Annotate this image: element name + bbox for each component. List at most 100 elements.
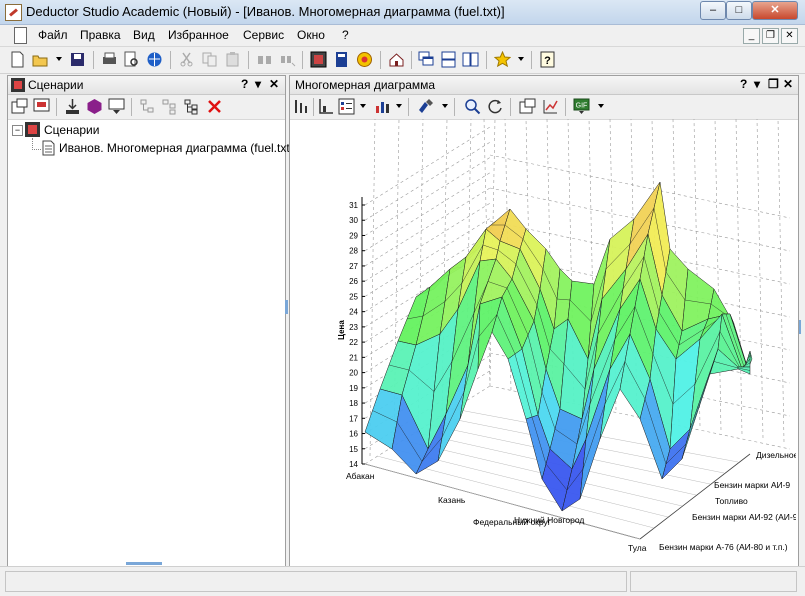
rotate-icon[interactable] xyxy=(487,98,504,115)
z-tick-label: 19 xyxy=(349,384,358,393)
toolbar-separator xyxy=(380,51,381,69)
grid-settings-icon[interactable] xyxy=(542,98,559,115)
panel-close-button[interactable]: ✕ xyxy=(269,77,279,91)
scenario-view-icon[interactable] xyxy=(310,51,327,68)
tree-child-label[interactable]: Иванов. Многомерная диаграмма (fuel.txt) xyxy=(59,141,294,155)
chart-panel-close-button[interactable]: ✕ xyxy=(783,77,793,91)
chart-type-dropdown-arrow[interactable] xyxy=(396,104,402,108)
maximize-button[interactable]: □ xyxy=(726,1,752,20)
mdi-close-button[interactable]: ✕ xyxy=(781,28,798,44)
chart-type-icon[interactable] xyxy=(374,98,391,115)
favorites-star-icon[interactable] xyxy=(494,51,511,68)
print-icon[interactable] xyxy=(101,51,118,68)
tree-toggle[interactable]: − xyxy=(12,125,23,136)
toolbar-separator xyxy=(454,98,455,116)
legend-dropdown-arrow[interactable] xyxy=(360,104,366,108)
export-icon[interactable]: GIF xyxy=(573,98,590,115)
floor-grid-line xyxy=(364,463,641,540)
chart-panel-header: Многомерная диаграмма ? ▾ ❐ ✕ xyxy=(290,76,798,95)
main-toolbar: ? xyxy=(0,47,805,74)
toolbar-separator xyxy=(170,51,171,69)
grid-line xyxy=(714,119,722,431)
report-icon[interactable] xyxy=(33,98,50,115)
splitter-grip-bottom[interactable] xyxy=(126,562,162,565)
find-icon[interactable] xyxy=(256,51,273,68)
axes-icon[interactable] xyxy=(317,98,334,115)
minimize-button[interactable]: – xyxy=(700,1,726,20)
menu-view[interactable]: Вид xyxy=(133,28,155,42)
toolbar-separator xyxy=(531,51,532,69)
wizard-icon[interactable] xyxy=(356,51,373,68)
scenarios-panel: Сценарии ? ▾ ✕ − Сценарии Иванов. Многом… xyxy=(7,75,294,567)
color-scheme-dropdown-arrow[interactable] xyxy=(442,104,448,108)
menu-help[interactable]: ? xyxy=(342,28,349,42)
mdi-restore-button[interactable]: ❐ xyxy=(762,28,779,44)
windows-cascade-icon[interactable] xyxy=(418,51,435,68)
menu-file[interactable]: Файл xyxy=(38,28,68,42)
help-icon[interactable]: ? xyxy=(539,51,556,68)
menu-window[interactable]: Окно xyxy=(297,28,325,42)
tree-connector xyxy=(32,149,41,150)
document-icon[interactable] xyxy=(14,27,27,44)
windows-tile-v-icon[interactable] xyxy=(462,51,479,68)
z-tick-label: 24 xyxy=(349,308,358,317)
chart-panel-pin-button[interactable]: ▾ xyxy=(754,77,760,91)
menu-edit[interactable]: Правка xyxy=(80,28,121,42)
import-icon[interactable] xyxy=(64,98,81,115)
tree-structure-icon[interactable] xyxy=(183,98,200,115)
cut-icon[interactable] xyxy=(178,51,195,68)
panel-pin-button[interactable]: ▾ xyxy=(255,77,261,91)
export-dropdown-arrow[interactable] xyxy=(598,104,604,108)
tree-root-label[interactable]: Сценарии xyxy=(44,123,99,137)
scenarios-toolbar xyxy=(8,95,285,120)
z-tick-label: 29 xyxy=(349,231,358,240)
toolbar-separator xyxy=(131,98,132,116)
favorites-dropdown-arrow[interactable] xyxy=(518,57,524,61)
z-tick-label: 31 xyxy=(349,201,358,210)
grid-line xyxy=(489,154,791,219)
menu-service[interactable]: Сервис xyxy=(243,28,284,42)
open-dropdown-arrow[interactable] xyxy=(56,57,62,61)
z-tick-label: 14 xyxy=(349,460,358,469)
new-icon[interactable] xyxy=(9,51,26,68)
zoom-icon[interactable] xyxy=(464,98,481,115)
title-bar: Deductor Studio Academic (Новый) - [Иван… xyxy=(0,0,805,25)
save-icon[interactable] xyxy=(69,51,86,68)
properties-icon[interactable] xyxy=(11,98,28,115)
grid-line xyxy=(777,119,785,443)
x-tick-label-2: Нижний Новгород xyxy=(514,515,584,525)
menu-favorites[interactable]: Избранное xyxy=(168,28,229,42)
windows-tile-h-icon[interactable] xyxy=(440,51,457,68)
open-icon[interactable] xyxy=(32,51,49,68)
grid-line xyxy=(364,172,491,251)
visualize-icon[interactable] xyxy=(108,98,125,115)
find-next-icon[interactable] xyxy=(279,51,296,68)
grid-line xyxy=(735,119,743,435)
panel-help-button[interactable]: ? xyxy=(241,77,248,91)
delete-icon[interactable] xyxy=(206,98,223,115)
legend-icon[interactable] xyxy=(338,98,355,115)
copy-icon[interactable] xyxy=(201,51,218,68)
fields-icon[interactable] xyxy=(293,98,310,115)
chart-panel-help-button[interactable]: ? xyxy=(740,77,747,91)
toolbar-separator xyxy=(313,98,314,116)
chart-settings-icon[interactable] xyxy=(519,98,536,115)
close-button[interactable]: ✕ xyxy=(752,1,798,20)
mdi-minimize-button[interactable]: _ xyxy=(743,28,760,44)
toolbar-separator xyxy=(56,98,57,116)
splitter-grip[interactable] xyxy=(285,300,288,314)
book-icon[interactable] xyxy=(333,51,350,68)
color-scheme-icon[interactable] xyxy=(417,98,434,115)
print-preview-icon[interactable] xyxy=(123,51,140,68)
paste-icon[interactable] xyxy=(224,51,241,68)
web-icon[interactable] xyxy=(146,51,163,68)
multidimensional-chart[interactable]: 14 15 16 17 18 19 20 21 22 23 24 25 26 27 28 29 30 31 Цен… xyxy=(290,119,796,564)
home-icon[interactable] xyxy=(388,51,405,68)
chart-panel-float-button[interactable]: ❐ xyxy=(768,77,779,91)
tree-collapse-icon[interactable] xyxy=(161,98,178,115)
tree-expand-icon[interactable] xyxy=(139,98,156,115)
processing-icon[interactable] xyxy=(86,98,103,115)
grid-line xyxy=(756,119,764,439)
app-logo-icon xyxy=(5,4,22,21)
grid-line xyxy=(364,126,491,206)
